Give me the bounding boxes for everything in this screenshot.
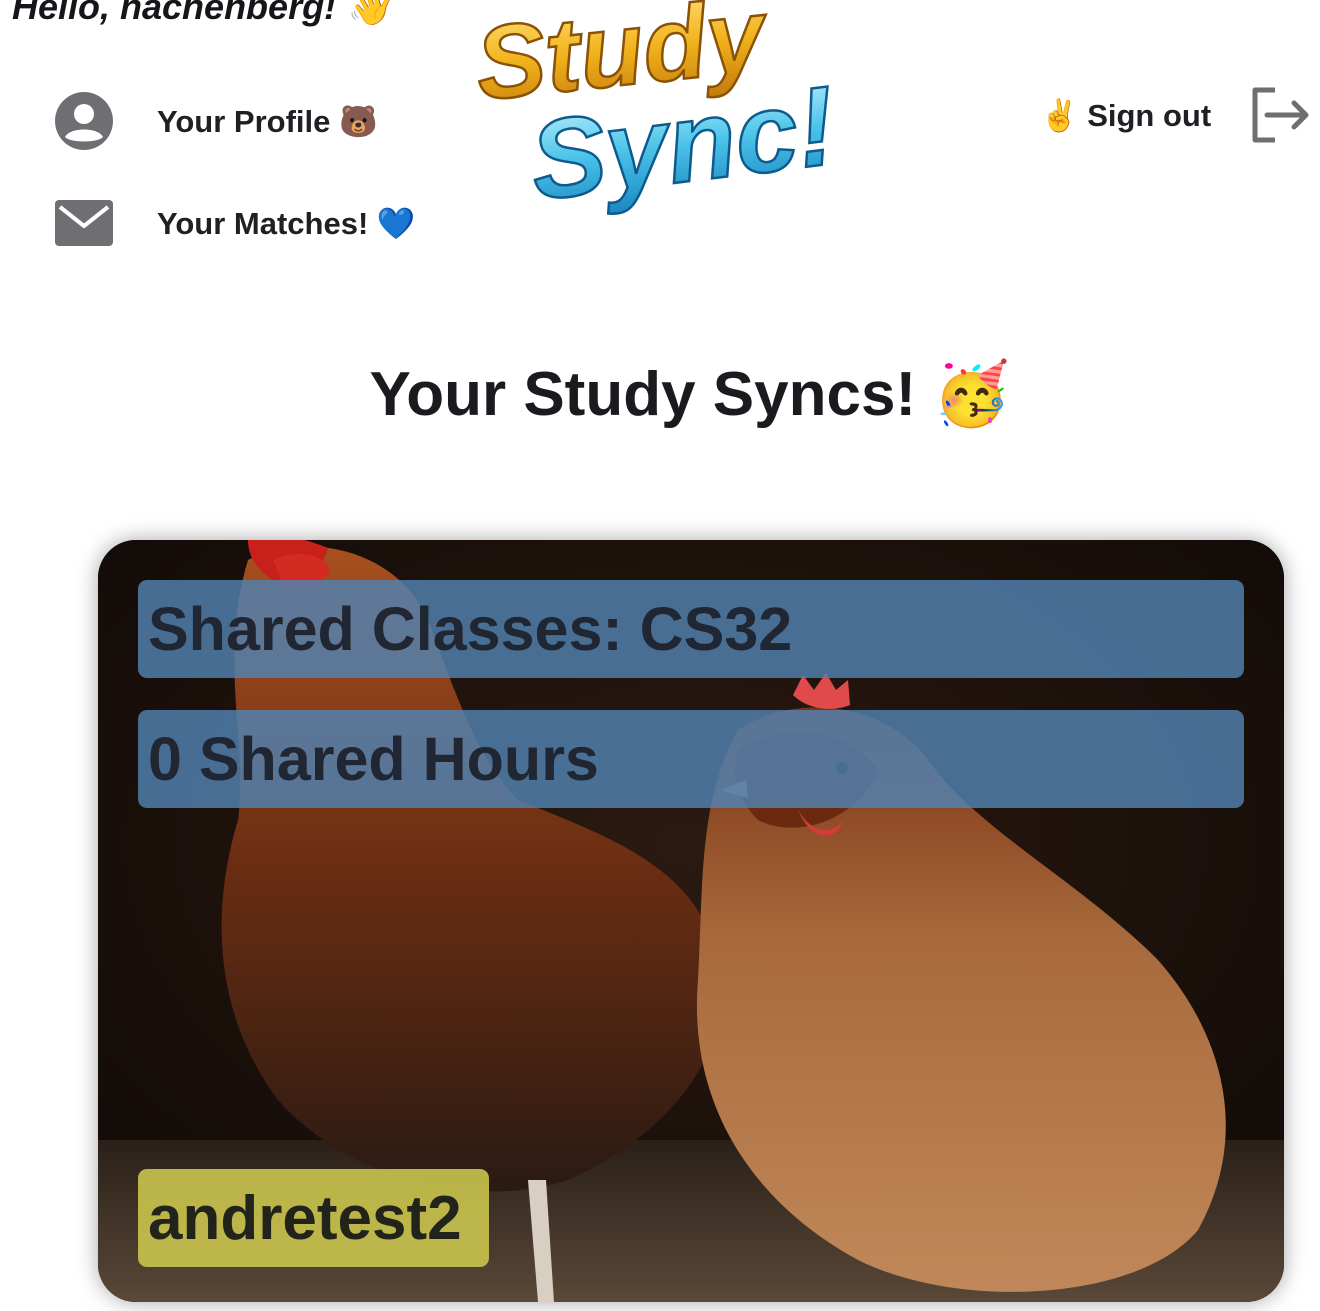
nav-your-matches[interactable]: Your Matches! 💙 [54,193,416,253]
envelope-icon [54,193,114,253]
shared-classes-bar: Shared Classes: CS32 [138,580,1244,678]
sign-out-label: ✌️ Sign out [1040,97,1212,133]
study-sync-logo: Study Sync! [470,0,843,225]
nav-your-matches-label: Your Matches! 💙 [157,205,416,241]
greeting-text: Hello, nachenberg! 👋 [12,0,391,27]
page-title: Your Study Syncs! 🥳 [369,360,1011,429]
nav-your-profile[interactable]: Your Profile 🐻 [54,91,378,151]
match-username[interactable]: andretest2 [138,1169,489,1267]
exit-icon [1252,87,1309,143]
sign-out-button[interactable]: ✌️ Sign out [1040,86,1311,144]
shared-hours-bar: 0 Shared Hours [138,710,1244,808]
nav-your-profile-label: Your Profile 🐻 [157,103,378,139]
match-card[interactable]: Shared Classes: CS32 0 Shared Hours andr… [98,540,1284,1302]
user-circle-icon [54,91,114,151]
